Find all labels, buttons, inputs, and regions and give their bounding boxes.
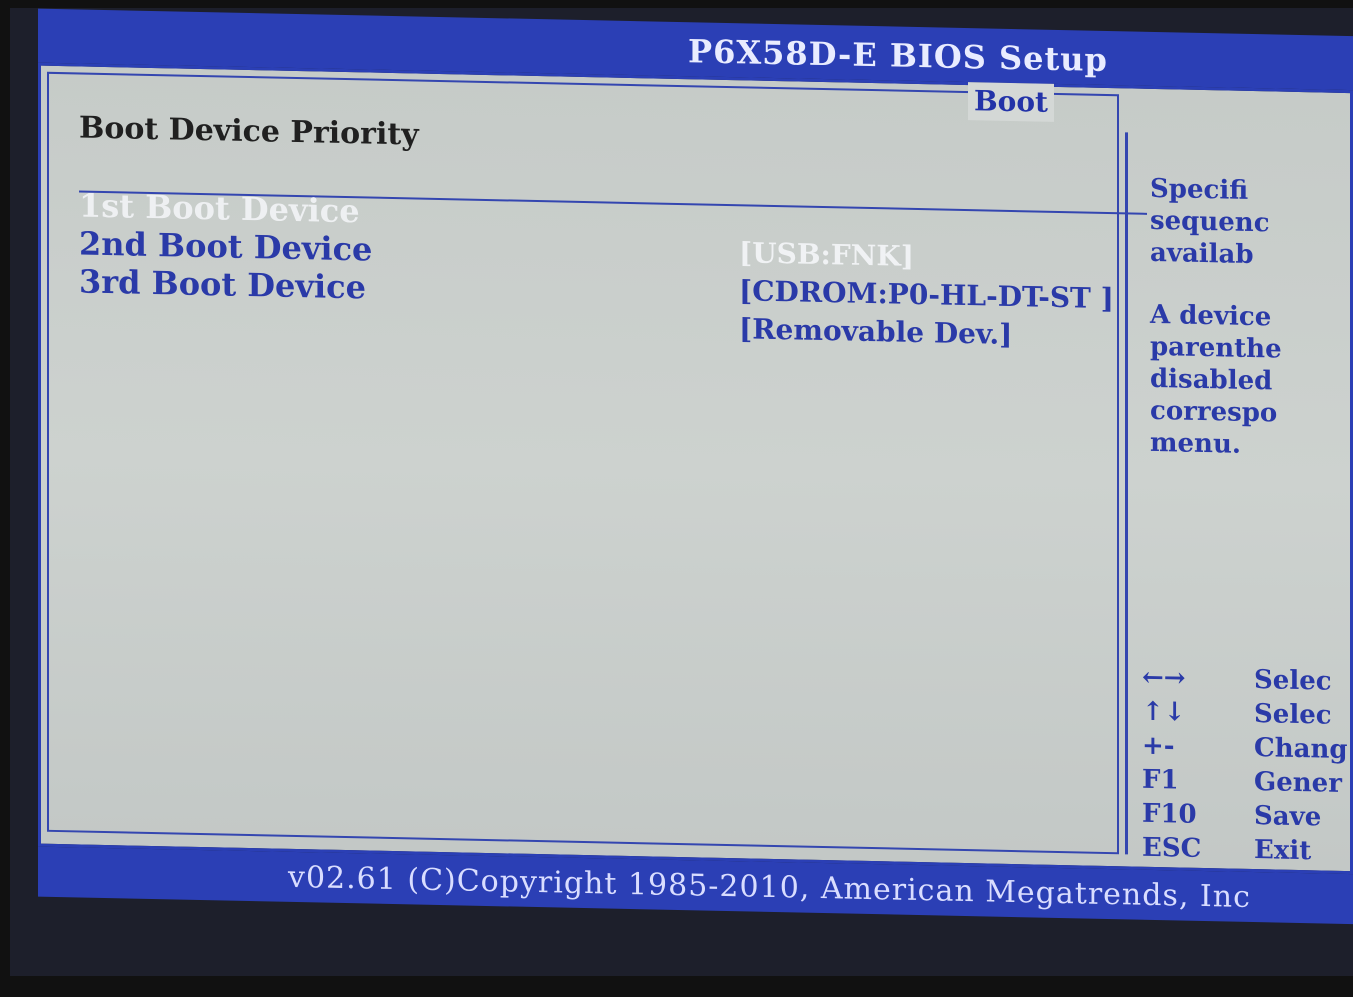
boot-device-1-value[interactable]: [USB:FNK] — [739, 236, 914, 273]
arrows-vertical-icon: ↑↓ — [1142, 696, 1186, 728]
section-title: Boot Device Priority — [79, 110, 419, 153]
key-action: Gener — [1254, 767, 1342, 799]
key-esc: ESC — [1142, 832, 1202, 864]
arrows-horizontal-icon: ←→ — [1142, 662, 1186, 694]
key-row: ESC Exit — [1142, 833, 1353, 872]
tab-boot[interactable]: Boot — [968, 82, 1054, 122]
key-plus-minus: +- — [1142, 730, 1175, 762]
help-line: correspo — [1150, 395, 1278, 429]
bios-frame: P6X58D-E BIOS Setup Boot Device Priority… — [10, 8, 1353, 976]
key-action: Selec — [1254, 699, 1332, 731]
boot-device-3-label[interactable]: 3rd Boot Device — [79, 262, 366, 306]
key-action: Selec — [1254, 665, 1332, 697]
bios-title: P6X58D-E BIOS Setup — [688, 32, 1108, 79]
help-panel: Specifi sequenc availab A device parenth… — [1125, 132, 1353, 866]
key-row: +- Chang — [1142, 731, 1353, 770]
main-panel: Boot Device Priority 1st Boot Device 2nd… — [38, 62, 1353, 875]
bios-screen: P6X58D-E BIOS Setup Boot Device Priority… — [10, 8, 1353, 976]
key-action: Chang — [1254, 733, 1348, 766]
key-row: F1 Gener — [1142, 765, 1353, 804]
boot-device-1-label[interactable]: 1st Boot Device — [79, 186, 360, 230]
key-action: Exit — [1254, 835, 1312, 867]
key-row: ←→ Selec — [1142, 663, 1353, 702]
help-line: parenthe — [1150, 331, 1282, 365]
help-line: A device — [1150, 299, 1272, 333]
key-row: ↑↓ Selec — [1142, 697, 1353, 736]
copyright-text: v02.61 (C)Copyright 1985-2010, American … — [288, 859, 1251, 915]
help-line: menu. — [1150, 427, 1241, 460]
key-f1: F1 — [1142, 764, 1179, 796]
boot-device-2-label[interactable]: 2nd Boot Device — [79, 224, 372, 268]
key-legend: ←→ Selec ↑↓ Selec +- Chang F1 Gener F10 Save … — [1142, 663, 1353, 872]
settings-panel: Boot Device Priority 1st Boot Device 2nd… — [47, 71, 1147, 855]
boot-device-2-value[interactable]: [CDROM:P0-HL-DT-ST ] — [739, 274, 1114, 315]
help-line: sequenc — [1150, 205, 1270, 239]
help-line: Specifi — [1150, 173, 1249, 206]
help-line: availab — [1150, 237, 1254, 271]
key-action: Save — [1254, 801, 1322, 833]
boot-device-3-value[interactable]: [Removable Dev.] — [739, 312, 1012, 351]
help-line: disabled — [1150, 363, 1273, 397]
key-f10: F10 — [1142, 798, 1197, 830]
key-row: F10 Save — [1142, 799, 1353, 838]
